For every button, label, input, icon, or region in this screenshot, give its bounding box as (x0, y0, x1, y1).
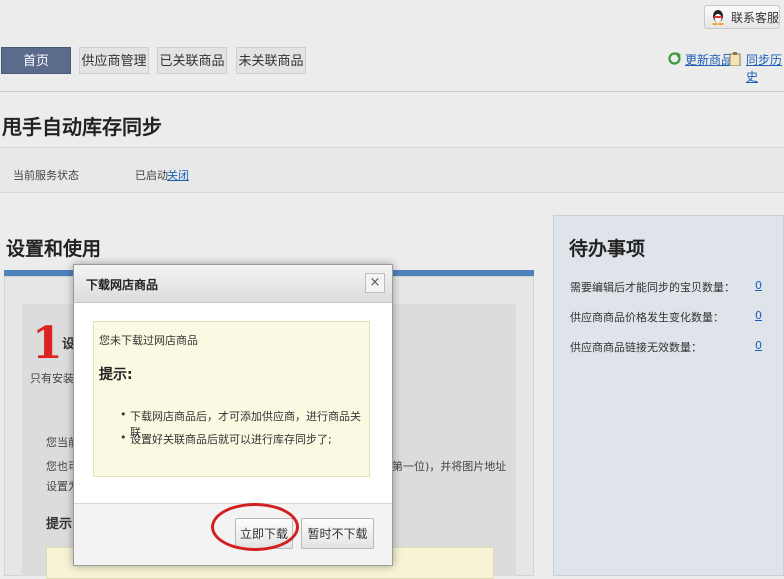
todo-item-value[interactable]: 0 (755, 309, 762, 322)
sync-history-link[interactable]: 同步历史 (746, 51, 784, 85)
service-close-link[interactable]: 关闭 (167, 167, 189, 183)
todo-panel (553, 215, 784, 576)
skip-download-label: 暂时不下载 (307, 527, 368, 541)
tab-linked-products-label: 已关联商品 (159, 54, 225, 69)
service-status-row (0, 147, 784, 193)
todo-item-label: 供应商商品链接无效数量： (570, 341, 702, 354)
tab-home-label: 首页 (22, 54, 49, 69)
close-icon[interactable]: × (365, 273, 385, 293)
tab-supplier-management[interactable]: 供应商管理 (79, 47, 149, 74)
page-title: 甩手自动库存同步 (2, 115, 162, 139)
setup-section-title: 设置和使用 (6, 238, 102, 260)
dialog-tip-heading: 提示: (99, 367, 133, 383)
refresh-icon (668, 52, 681, 65)
dialog-header: 下载网店商品 × (74, 265, 392, 303)
skip-download-button[interactable]: 暂时不下载 (301, 518, 374, 549)
update-products-link[interactable]: 更新商品 (685, 51, 733, 68)
service-status-label: 当前服务状态 (13, 169, 79, 182)
todo-item-value[interactable]: 0 (755, 339, 762, 352)
highlight-annotation (211, 503, 299, 551)
tab-linked-products[interactable]: 已关联商品 (157, 47, 227, 74)
tab-unlinked-products-label: 未关联商品 (238, 54, 304, 69)
clipboard-icon (729, 52, 741, 66)
qq-penguin-icon (712, 10, 724, 25)
dialog-bullet: 设置好关联商品后就可以进行库存同步了; (120, 431, 332, 447)
setup-text-4: 第一位)，并将图片地址 (392, 460, 507, 473)
contact-support-label: 联系客服 (731, 11, 780, 25)
dialog-message: 您未下载过网店商品 (99, 334, 198, 347)
tab-home[interactable]: 首页 (1, 47, 71, 74)
todo-item-label: 需要编辑后才能同步的宝贝数量： (570, 281, 735, 294)
dialog-tip-box: 您未下载过网店商品 提示: 下载网店商品后，才可添加供应商，进行商品关联 设置好… (93, 321, 370, 477)
tab-supplier-management-label: 供应商管理 (81, 54, 147, 69)
dialog-title: 下载网店商品 (86, 278, 159, 292)
contact-support-button[interactable]: 联系客服 (704, 5, 780, 29)
todo-item-label: 供应商商品价格发生变化数量： (570, 311, 724, 324)
todo-item-value[interactable]: 0 (755, 279, 762, 292)
tab-unlinked-products[interactable]: 未关联商品 (236, 47, 306, 74)
service-status-value: 已启动 (135, 169, 168, 182)
divider (0, 91, 784, 92)
todo-title: 待办事项 (569, 238, 646, 260)
step-number: 1 (32, 318, 63, 369)
